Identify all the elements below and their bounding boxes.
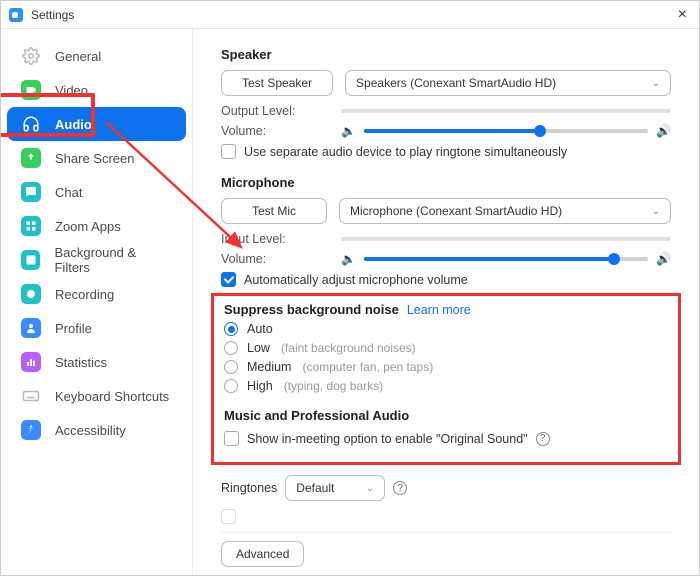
chevron-down-icon: ⌄ — [652, 78, 660, 89]
sidebar-item-video[interactable]: Video — [7, 73, 186, 107]
input-level-meter — [341, 237, 671, 241]
suppress-medium-radio[interactable] — [224, 360, 238, 374]
chevron-down-icon: ⌄ — [652, 206, 660, 217]
speaker-heading: Speaker — [221, 47, 671, 62]
recording-icon — [21, 284, 41, 304]
headphones-icon — [21, 114, 41, 134]
suppress-auto-label: Auto — [247, 322, 273, 336]
content-panel: Speaker Test Speaker Speakers (Conexant … — [193, 29, 699, 575]
original-sound-checkbox[interactable] — [224, 431, 239, 446]
sidebar-item-zoom-apps[interactable]: Zoom Apps — [7, 209, 186, 243]
input-level-label: Input Level: — [221, 232, 341, 246]
microphone-heading: Microphone — [221, 175, 671, 190]
sidebar-item-label: Share Screen — [55, 151, 135, 166]
profile-icon — [21, 318, 41, 338]
sidebar-item-label: Video — [55, 83, 88, 98]
sidebar-item-label: Keyboard Shortcuts — [55, 389, 169, 404]
auto-adjust-mic-checkbox[interactable] — [221, 272, 236, 287]
sidebar-item-share-screen[interactable]: Share Screen — [7, 141, 186, 175]
suppress-medium-hint: (computer fan, pen taps) — [302, 360, 433, 374]
speaker-volume-slider[interactable] — [364, 129, 648, 133]
background-icon — [21, 250, 40, 270]
output-level-meter — [341, 109, 671, 113]
window-title: Settings — [31, 8, 74, 22]
microphone-device-dropdown[interactable]: Microphone (Conexant SmartAudio HD) ⌄ — [339, 198, 671, 224]
chevron-down-icon: ⌄ — [366, 483, 374, 494]
speaker-device-dropdown[interactable]: Speakers (Conexant SmartAudio HD) ⌄ — [345, 70, 671, 96]
test-speaker-button[interactable]: Test Speaker — [221, 70, 333, 96]
suppress-high-label: High — [247, 379, 273, 393]
sidebar-item-label: Profile — [55, 321, 92, 336]
volume-high-icon: 🔊 — [656, 124, 671, 138]
sidebar-item-profile[interactable]: Profile — [7, 311, 186, 345]
video-icon — [21, 80, 41, 100]
advanced-button[interactable]: Advanced — [221, 541, 304, 567]
apps-icon — [21, 216, 41, 236]
ringtones-value: Default — [296, 481, 334, 495]
original-sound-label: Show in-meeting option to enable "Origin… — [247, 432, 528, 446]
microphone-device-value: Microphone (Conexant SmartAudio HD) — [350, 204, 562, 218]
volume-low-icon: 🔈 — [341, 124, 356, 138]
suppress-auto-radio[interactable] — [224, 322, 238, 336]
volume-low-icon: 🔈 — [341, 252, 356, 266]
suppress-low-hint: (faint background noises) — [281, 341, 416, 355]
keyboard-icon — [21, 386, 41, 406]
close-button[interactable]: × — [674, 6, 691, 24]
cutoff-text — [244, 510, 247, 524]
suppress-heading: Suppress background noise — [224, 302, 399, 317]
learn-more-link[interactable]: Learn more — [407, 303, 471, 317]
speaker-device-value: Speakers (Conexant SmartAudio HD) — [356, 76, 556, 90]
help-icon[interactable]: ? — [536, 432, 550, 446]
auto-adjust-mic-label: Automatically adjust microphone volume — [244, 273, 468, 287]
sidebar-item-background-filters[interactable]: Background & Filters — [7, 243, 186, 277]
suppress-medium-label: Medium — [247, 360, 291, 374]
music-pro-heading: Music and Professional Audio — [224, 408, 668, 423]
sidebar-item-audio[interactable]: Audio — [7, 107, 186, 141]
output-level-label: Output Level: — [221, 104, 341, 118]
annotation-highlight: Suppress background noise Learn more Aut… — [211, 293, 681, 465]
mic-volume-slider[interactable] — [364, 257, 648, 261]
separate-ringtone-label: Use separate audio device to play ringto… — [244, 145, 567, 159]
sidebar-item-statistics[interactable]: Statistics — [7, 345, 186, 379]
sidebar-item-label: Audio — [55, 117, 92, 132]
sidebar-item-recording[interactable]: Recording — [7, 277, 186, 311]
chat-icon — [21, 182, 41, 202]
sidebar-item-label: Statistics — [55, 355, 107, 370]
hidden-checkbox[interactable] — [221, 509, 236, 524]
volume-high-icon: 🔊 — [656, 252, 671, 266]
titlebar: Settings × — [1, 1, 699, 29]
sidebar-item-general[interactable]: General — [7, 39, 186, 73]
sidebar-item-accessibility[interactable]: Accessibility — [7, 413, 186, 447]
mic-volume-label: Volume: — [221, 252, 341, 266]
suppress-high-radio[interactable] — [224, 379, 238, 393]
sidebar-item-label: Background & Filters — [54, 245, 172, 275]
test-mic-button[interactable]: Test Mic — [221, 198, 327, 224]
suppress-high-hint: (typing, dog barks) — [284, 379, 383, 393]
ringtones-label: Ringtones — [221, 481, 277, 495]
statistics-icon — [21, 352, 41, 372]
sidebar-item-chat[interactable]: Chat — [7, 175, 186, 209]
app-icon — [9, 8, 23, 22]
settings-window: Settings × General Video Audio Share — [0, 0, 700, 576]
suppress-low-radio[interactable] — [224, 341, 238, 355]
accessibility-icon — [21, 420, 41, 440]
sidebar-item-label: Accessibility — [55, 423, 126, 438]
gear-icon — [21, 46, 41, 66]
speaker-volume-label: Volume: — [221, 124, 341, 138]
sidebar-item-label: General — [55, 49, 101, 64]
help-icon[interactable]: ? — [393, 481, 407, 495]
sidebar-item-label: Recording — [55, 287, 114, 302]
sidebar-item-label: Chat — [55, 185, 82, 200]
share-screen-icon — [21, 148, 41, 168]
sidebar-item-label: Zoom Apps — [55, 219, 121, 234]
sidebar-item-keyboard-shortcuts[interactable]: Keyboard Shortcuts — [7, 379, 186, 413]
ringtones-dropdown[interactable]: Default ⌄ — [285, 475, 385, 501]
sidebar: General Video Audio Share Screen Chat — [1, 29, 193, 575]
separate-ringtone-checkbox[interactable] — [221, 144, 236, 159]
suppress-low-label: Low — [247, 341, 270, 355]
